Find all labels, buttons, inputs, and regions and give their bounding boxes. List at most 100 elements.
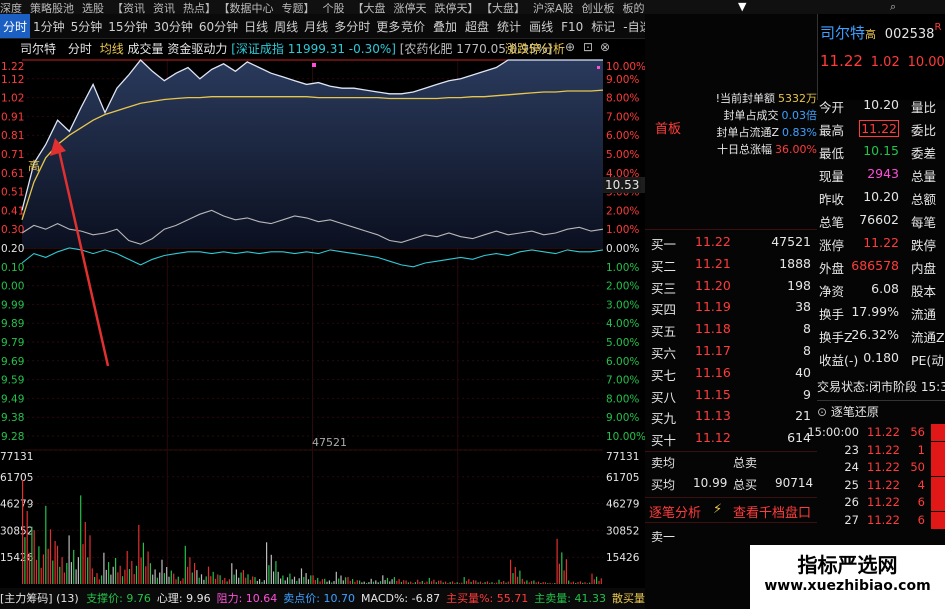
bid-row[interactable]: 买九 11.13 21 xyxy=(651,406,811,428)
volume-bar xyxy=(249,579,251,584)
pct-tick-label: 2.00% xyxy=(606,205,639,217)
bid-row[interactable]: 买六 11.17 8 xyxy=(651,341,811,363)
stat-row: 外盘 686578 内盘 xyxy=(817,255,945,278)
stat-value: 2943 xyxy=(867,166,899,181)
top-nav-item[interactable]: 【大盘 xyxy=(353,2,386,14)
high-marker: 高 xyxy=(28,158,40,173)
volume-bar xyxy=(454,582,456,584)
volume-bar xyxy=(117,572,119,584)
intraday-chart[interactable]: 高 1.22 1.12 1.02 0.91 0.81 0.71 0.61 0.51 0.41 0.3… xyxy=(0,58,646,588)
top-nav-item[interactable]: 涨停天 xyxy=(394,2,427,14)
volume-bar xyxy=(42,554,45,584)
volume-bar xyxy=(368,582,370,584)
toolbar-button[interactable]: 标记 xyxy=(587,14,619,38)
chart-stock-name: 司尔特 xyxy=(20,42,57,56)
top-nav-item[interactable]: 【资讯 xyxy=(112,2,145,14)
toolbar-button[interactable]: 画线 xyxy=(525,14,557,38)
bid-row[interactable]: 买五 11.18 8 xyxy=(651,319,811,341)
bid-row[interactable]: 买一 11.22 47521 xyxy=(651,232,811,254)
top-nav-item[interactable]: 资讯 xyxy=(153,2,175,14)
top-nav-item[interactable]: 策略股池 xyxy=(30,2,74,14)
pin-icon[interactable]: ⊡ xyxy=(583,40,593,54)
seal-label: 封单占流通Z xyxy=(716,126,780,139)
top-nav-item[interactable]: 【数据中心 xyxy=(224,2,274,14)
bid-label: 买九 xyxy=(651,411,677,427)
top-nav-item[interactable]: 专题】 xyxy=(282,2,315,14)
bid-row[interactable]: 买八 11.15 9 xyxy=(651,385,811,407)
period-tab[interactable]: 5分钟 xyxy=(68,14,106,38)
seal-value: 5332万 xyxy=(778,92,817,105)
top-nav-item[interactable]: 跌停天】 xyxy=(435,2,479,14)
period-tab[interactable]: 1分钟 xyxy=(30,14,68,38)
top-nav-item[interactable]: 选股 xyxy=(82,2,104,14)
bid-row[interactable]: 买十 11.12 614 xyxy=(651,428,811,450)
period-tab[interactable]: 分时 xyxy=(0,14,31,38)
period-tab[interactable]: 30分钟 xyxy=(151,14,196,38)
limit-analysis-button[interactable]: 涨跌停分析 xyxy=(505,40,565,57)
period-tab[interactable]: 60分钟 xyxy=(196,14,241,38)
tick-analysis-button[interactable]: 逐笔分析 xyxy=(649,502,701,521)
period-tab[interactable]: 多分时 xyxy=(331,14,373,38)
view-depth-button[interactable]: 查看千档盘口 xyxy=(733,502,811,521)
bid-label: 买三 xyxy=(651,280,677,296)
top-nav-item[interactable]: 板的 xyxy=(623,2,645,14)
first-board-badge: 首板 xyxy=(655,122,682,137)
toolbar-button[interactable]: 竞价 xyxy=(397,14,429,38)
volume-bar xyxy=(584,582,586,584)
toolbar-button[interactable]: 超盘 xyxy=(461,14,493,38)
bid-row[interactable]: 买三 11.20 198 xyxy=(651,276,811,298)
bid-row[interactable]: 买二 11.21 1888 xyxy=(651,254,811,276)
volume-bar xyxy=(389,581,391,584)
dropdown-chevron-icon[interactable]: ▼ xyxy=(738,0,746,13)
volume-bar xyxy=(298,578,300,584)
top-nav-item[interactable]: 热点】 xyxy=(183,2,216,14)
period-tab[interactable]: 15分钟 xyxy=(105,14,150,38)
top-nav-item[interactable]: 创业板 xyxy=(582,2,615,14)
seal-label: !当前封单额 xyxy=(715,92,775,105)
volume-bar xyxy=(335,571,337,584)
bid-row[interactable]: 买四 11.19 38 xyxy=(651,297,811,319)
period-tab[interactable]: 月线 xyxy=(301,14,331,38)
price-change: 1.02 xyxy=(870,55,900,70)
index-overlay-shenzhen[interactable]: [深证成指 11999.31 -0.30%] xyxy=(231,42,396,56)
close-icon[interactable]: ⊗ xyxy=(600,40,610,54)
toolbar-button[interactable]: 叠加 xyxy=(429,14,461,38)
volume-bar xyxy=(110,574,112,584)
tick-title[interactable]: 逐笔还原 xyxy=(831,405,879,419)
bid-price: 11.20 xyxy=(695,277,731,293)
volume-bar xyxy=(24,537,26,584)
stats-table: 今开 10.20 量比 最高 11.22 委比 最低 10.15 委差 现量 2943 总量 昨收 10.… xyxy=(817,94,945,370)
zoom-in-icon[interactable]: ⊕ xyxy=(565,40,575,54)
period-tab[interactable]: 日线 xyxy=(241,14,271,38)
volume-bar xyxy=(549,582,551,584)
avg-line-toggle[interactable]: 均线 xyxy=(100,42,124,56)
stat-label-right: 总量 xyxy=(911,169,937,184)
bid-book: 买一 11.22 47521 买二 11.21 1888 买三 11.20 198 买四 11.19… xyxy=(651,232,811,450)
chart-mode[interactable]: 分时 xyxy=(68,42,92,56)
toolbar-button[interactable]: F10 xyxy=(557,16,587,38)
volume-bar xyxy=(593,579,595,584)
volume-bar xyxy=(91,568,93,584)
fund-drive-toggle[interactable]: 资金驱动力 xyxy=(167,42,227,56)
collapse-icon[interactable]: ⊙ xyxy=(817,405,827,419)
tick-row: 23 11.22 1 xyxy=(817,441,945,460)
top-nav-item[interactable]: 个股 xyxy=(323,2,345,14)
top-nav-item[interactable]: 【大盘】 xyxy=(487,2,526,14)
chip-title[interactable]: [主力筹码] xyxy=(0,592,53,605)
tick-buy-bar xyxy=(931,459,945,476)
top-nav-item[interactable]: 深度 xyxy=(0,2,22,14)
top-nav-item[interactable]: 沪深A股 xyxy=(533,2,574,14)
volume-bar xyxy=(398,579,400,584)
bid-row[interactable]: 买七 11.16 40 xyxy=(651,363,811,385)
period-tab[interactable]: 周线 xyxy=(271,14,301,38)
search-icon[interactable]: ⌕ xyxy=(890,0,896,14)
volume-bar xyxy=(561,552,563,584)
volume-bar xyxy=(189,557,191,584)
price-tick-label: 9.99 xyxy=(1,299,24,311)
bid-volume: 47521 xyxy=(771,234,811,249)
stat-row: 昨收 10.20 总额 xyxy=(817,186,945,209)
volume-bar xyxy=(517,576,519,584)
toolbar-button[interactable]: 统计 xyxy=(493,14,525,38)
volume-toggle[interactable]: 成交量 xyxy=(128,42,164,56)
volume-bar xyxy=(231,563,233,584)
